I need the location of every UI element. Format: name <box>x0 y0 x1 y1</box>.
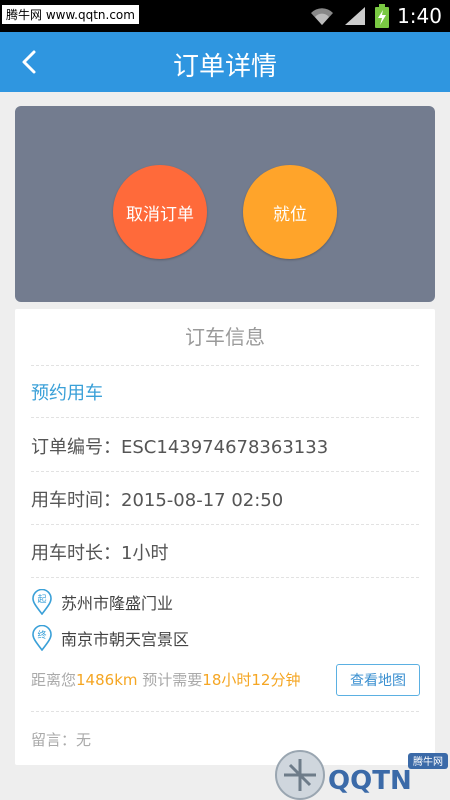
divider <box>31 711 419 712</box>
eta-value: 18小时12分钟 <box>202 671 301 689</box>
qqtn-watermark-logo: QQTN 腾牛网 <box>275 750 448 800</box>
start-marker-label: 起 <box>37 594 46 605</box>
distance-info: 距离您1486km 预计需要18小时12分钟 <box>31 669 300 690</box>
end-pin-icon: 终 <box>32 625 52 651</box>
start-pin-icon: 起 <box>32 589 52 615</box>
distance-prefix: 距离您 <box>31 671 77 689</box>
page-title: 订单详情 <box>172 52 277 82</box>
use-time: 用车时间：2015-08-17 02:50 <box>31 490 284 511</box>
divider <box>31 471 419 472</box>
site-watermark: 腾牛网 www.qqtn.com <box>2 5 139 24</box>
signal-icon <box>345 7 366 25</box>
watermark-logo-text: QQTN <box>328 766 412 796</box>
wifi-icon <box>311 8 334 25</box>
card-title: 订车信息 <box>185 325 265 349</box>
divider <box>31 417 419 418</box>
order-number: 订单编号：ESC143974678363133 <box>31 437 329 458</box>
clock-time: 1:40 <box>397 4 442 28</box>
divider <box>31 577 419 578</box>
view-map-button[interactable]: 查看地图 <box>336 664 420 696</box>
end-marker-label: 终 <box>37 629 46 641</box>
end-location: 终 南京市朝天宫景区 <box>31 625 189 651</box>
eta-prefix: 预计需要 <box>137 671 203 689</box>
battery-icon <box>375 4 390 28</box>
use-duration: 用车时长：1小时 <box>31 543 169 564</box>
status-icons: 1:40 <box>309 4 442 28</box>
watermark-badge: 腾牛网 <box>413 755 443 768</box>
app-header: 订单详情 <box>0 32 450 92</box>
cancel-order-button[interactable]: 取消订单 <box>113 165 207 259</box>
divider <box>31 365 419 366</box>
status-bar: 腾牛网 www.qqtn.com 1:40 <box>0 0 450 32</box>
distance-value: 1486km <box>76 671 138 689</box>
end-address: 南京市朝天宫景区 <box>61 630 190 649</box>
ready-button[interactable]: 就位 <box>243 165 337 259</box>
order-type-label: 预约用车 <box>31 383 103 404</box>
divider <box>31 524 419 525</box>
message-text: 留言：无 <box>31 731 92 749</box>
start-address: 苏州市隆盛门业 <box>61 594 174 613</box>
action-panel: 取消订单 就位 <box>15 106 435 302</box>
order-info-card: 订车信息 预约用车 订单编号：ESC143974678363133 用车时间：2… <box>15 309 435 765</box>
start-location: 起 苏州市隆盛门业 <box>31 589 173 615</box>
